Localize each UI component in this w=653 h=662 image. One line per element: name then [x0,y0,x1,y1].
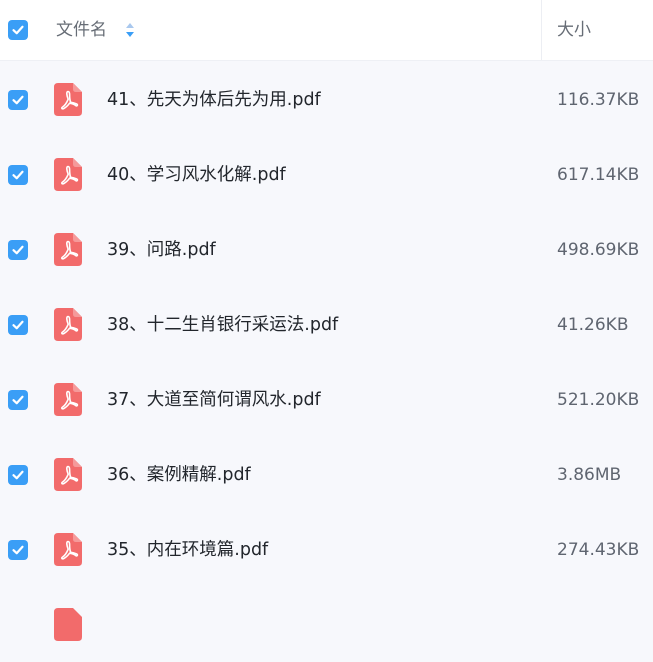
pdf-file-icon [54,308,82,341]
file-size: 41.26KB [557,315,629,335]
table-row[interactable]: 35、内在环境篇.pdf 274.43KB [0,512,653,587]
check-icon [12,95,24,105]
row-checkbox[interactable] [8,240,28,260]
table-row[interactable]: 37、大道至简何谓风水.pdf 521.20KB [0,362,653,437]
sort-icon[interactable] [125,22,135,38]
file-name-link[interactable]: 37、大道至简何谓风水.pdf [107,388,321,412]
file-size: 274.43KB [557,540,640,560]
row-checkbox[interactable] [8,540,28,560]
file-size: 617.14KB [557,165,640,185]
check-icon [12,395,24,405]
file-name-link[interactable]: 35、内在环境篇.pdf [107,538,268,562]
pdf-file-icon [54,533,82,566]
table-row[interactable]: 36、案例精解.pdf 3.86MB [0,437,653,512]
table-row[interactable]: 40、学习风水化解.pdf 617.14KB [0,137,653,212]
file-table: 文件名 大小 41、先天为体后先为用.pdf 116.37KB 40、学习风水化… [0,0,653,641]
pdf-file-icon [54,458,82,491]
check-icon [12,25,24,35]
file-name-link[interactable]: 39、问路.pdf [107,238,216,262]
select-all-checkbox[interactable] [8,20,28,40]
check-icon [12,470,24,480]
file-size: 3.86MB [557,465,622,485]
pdf-file-icon [54,233,82,266]
column-header-name[interactable]: 文件名 [56,19,107,41]
check-icon [12,170,24,180]
file-name-link[interactable]: 38、十二生肖银行采运法.pdf [107,313,338,337]
row-checkbox[interactable] [8,465,28,485]
pdf-file-icon [54,383,82,416]
table-row[interactable] [0,587,653,662]
file-size: 498.69KB [557,240,640,260]
check-icon [12,320,24,330]
row-checkbox[interactable] [8,165,28,185]
check-icon [12,245,24,255]
column-header-size[interactable]: 大小 [557,19,591,41]
pdf-file-icon [54,158,82,191]
pdf-file-icon [54,608,82,641]
row-checkbox[interactable] [8,315,28,335]
table-row[interactable]: 39、问路.pdf 498.69KB [0,212,653,287]
table-row[interactable]: 41、先天为体后先为用.pdf 116.37KB [0,62,653,137]
file-name-link[interactable]: 41、先天为体后先为用.pdf [107,88,321,112]
table-row[interactable]: 38、十二生肖银行采运法.pdf 41.26KB [0,287,653,362]
table-header: 文件名 大小 [0,0,653,61]
row-checkbox[interactable] [8,390,28,410]
file-name-link[interactable]: 40、学习风水化解.pdf [107,163,286,187]
column-divider[interactable] [541,0,542,60]
check-icon [12,545,24,555]
row-checkbox[interactable] [8,90,28,110]
pdf-file-icon [54,83,82,116]
file-name-link[interactable]: 36、案例精解.pdf [107,463,251,487]
file-size: 521.20KB [557,390,640,410]
file-size: 116.37KB [557,90,640,110]
